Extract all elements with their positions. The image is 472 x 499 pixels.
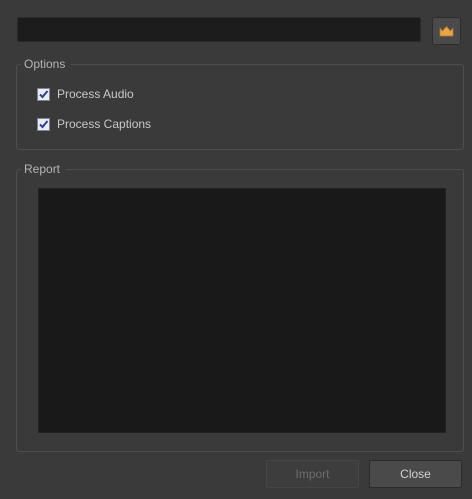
process-captions-label: Process Captions [57,117,152,131]
checkmark-icon [39,119,49,128]
process-audio-checkbox[interactable] [37,87,50,101]
report-text-area[interactable] [38,188,446,433]
close-button[interactable]: Close [369,460,462,488]
options-group-title: Options [21,57,72,71]
folder-icon [439,25,454,37]
process-audio-checkbox-row[interactable]: Process Audio [37,86,134,102]
report-group: Report [16,162,464,452]
options-group: Options Process Audio Process Captions [16,57,464,150]
report-group-title: Report [21,162,67,176]
browse-button[interactable] [432,17,461,45]
import-button[interactable]: Import [266,460,359,488]
file-path-input[interactable] [17,17,421,42]
checkmark-icon [39,89,49,98]
process-captions-checkbox-row[interactable]: Process Captions [37,116,151,132]
process-captions-checkbox[interactable] [37,117,50,131]
process-audio-label: Process Audio [57,87,134,101]
